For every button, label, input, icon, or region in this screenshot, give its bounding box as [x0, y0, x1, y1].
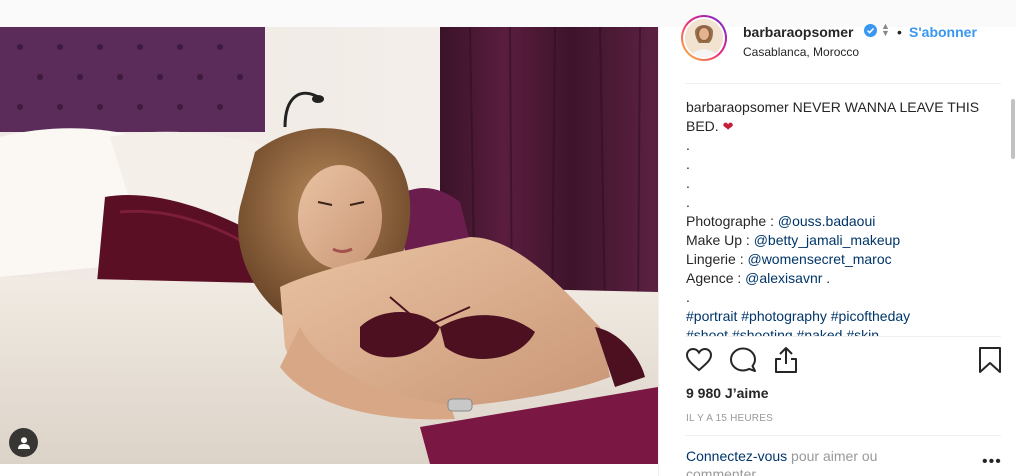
likes-count[interactable]: 9 980 J’aime	[686, 385, 769, 401]
credit-suffix: .	[822, 270, 831, 286]
account-options-icon[interactable]: ▲ ▼	[881, 22, 890, 38]
more-options-icon[interactable]: •••	[982, 453, 1002, 471]
credit-agency: Agence : @alexisavnr .	[686, 269, 986, 288]
like-button[interactable]	[684, 345, 714, 375]
verified-badge-icon	[864, 24, 877, 37]
caption-dot: .	[686, 175, 690, 191]
caption-scrollbar[interactable]	[1011, 99, 1015, 159]
login-prompt: Connectez-vous pour aimer ou commenter.	[686, 447, 946, 476]
post-timestamp[interactable]: IL Y A 15 HEURES	[686, 413, 773, 424]
header-separator: •	[897, 24, 902, 40]
share-button[interactable]	[771, 345, 801, 375]
footer-divider	[685, 435, 1001, 436]
login-link[interactable]: Connectez-vous	[686, 448, 787, 464]
post-header: barbaraopsomer ▲ ▼ • S'abonner Casablanca…	[659, 15, 1016, 83]
comment-icon	[730, 347, 756, 372]
user-tag-icon	[17, 436, 30, 449]
avatar[interactable]	[681, 15, 727, 61]
caption-dot: .	[686, 137, 690, 153]
credit-handle-link[interactable]: @alexisavnr	[745, 270, 822, 286]
caption-dot: .	[686, 194, 690, 210]
user-tag-button[interactable]	[9, 428, 38, 457]
location-link[interactable]: Casablanca, Morocco	[743, 45, 859, 59]
caption-dot: .	[686, 156, 690, 172]
post-caption: barbaraopsomer NEVER WANNA LEAVE THIS BE…	[686, 98, 986, 336]
heart-emoji-icon: ❤	[722, 119, 734, 134]
header-username[interactable]: barbaraopsomer	[743, 24, 853, 40]
header-divider	[685, 83, 1001, 84]
credit-label: Make Up :	[686, 232, 754, 248]
credit-lingerie: Lingerie : @womensecret_maroc	[686, 250, 986, 269]
heart-icon	[685, 347, 713, 372]
post-sidebar: barbaraopsomer ▲ ▼ • S'abonner Casablanca…	[658, 15, 1016, 476]
action-bar	[659, 345, 1016, 385]
credit-handle-link[interactable]: @betty_jamali_makeup	[754, 232, 901, 248]
caption-divider	[685, 336, 1001, 337]
credit-label: Photographe :	[686, 213, 778, 229]
credit-label: Lingerie :	[686, 251, 748, 267]
post-container: barbaraopsomer ▲ ▼ • S'abonner Casablanca…	[0, 15, 1016, 476]
bookmark-icon	[979, 347, 1001, 373]
credit-photographer: Photographe : @ouss.badaoui	[686, 212, 986, 231]
credit-label: Agence :	[686, 270, 746, 286]
caption-username[interactable]: barbaraopsomer	[686, 99, 789, 115]
post-photo[interactable]	[0, 27, 658, 464]
hashtags-link[interactable]: #portrait #photography #picoftheday	[686, 307, 986, 326]
credit-handle-link[interactable]: @womensecret_maroc	[747, 251, 891, 267]
comment-button[interactable]	[728, 345, 758, 375]
follow-button[interactable]: S'abonner	[909, 24, 977, 40]
photo-illustration	[0, 27, 658, 464]
save-button[interactable]	[975, 345, 1005, 375]
caption-dot: .	[686, 289, 690, 305]
share-icon	[775, 347, 797, 373]
hashtags-link[interactable]: #shoot #shooting #naked #skin	[686, 326, 986, 336]
credit-makeup: Make Up : @betty_jamali_makeup	[686, 231, 986, 250]
credit-handle-link[interactable]: @ouss.badaoui	[778, 213, 876, 229]
avatar-image	[685, 19, 723, 57]
